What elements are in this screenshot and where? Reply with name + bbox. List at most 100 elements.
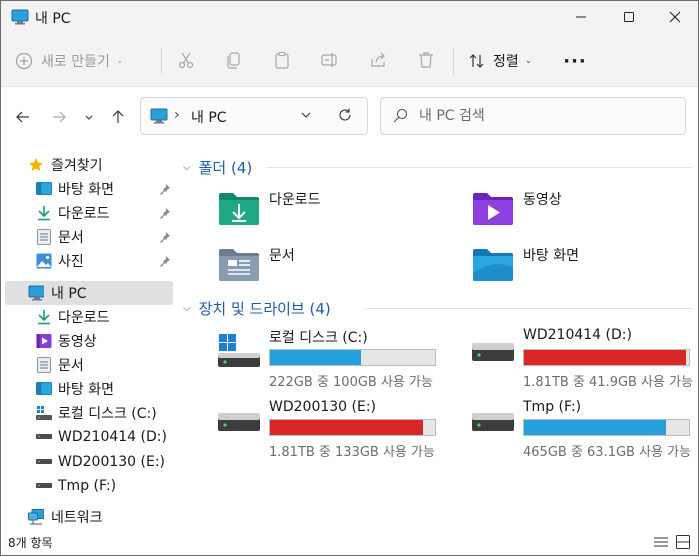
sidebar-item-label: 로컬 디스크 (C:) (58, 406, 157, 422)
drive-capacity-text: 1.81TB 중 41.9GB 사용 가능 (523, 375, 694, 390)
sidebar-item-this-pc[interactable]: 내 PC (5, 281, 173, 305)
share-button[interactable] (367, 49, 389, 71)
drive-usage-fill (270, 420, 424, 435)
chevron-down-icon: ⌄ (524, 56, 533, 66)
recent-locations-button[interactable] (78, 106, 100, 128)
address-history-button[interactable] (299, 108, 313, 126)
sidebar-item-downloads-pinned[interactable]: 다운로드 (1, 201, 174, 225)
desktop-folder-icon (473, 249, 513, 281)
sidebar-item-label: 바탕 화면 (58, 182, 114, 198)
sidebar-item-pictures-pinned[interactable]: 사진 (1, 249, 174, 273)
share-icon (371, 52, 385, 67)
drive-label: Tmp (F:) (523, 399, 582, 415)
more-options-button[interactable]: ··· (561, 47, 589, 75)
details-view-button[interactable] (652, 533, 670, 551)
maximize-icon (624, 12, 634, 22)
drive-usage-bar (523, 349, 690, 366)
paste-button[interactable] (271, 49, 293, 71)
forward-button[interactable] (48, 106, 70, 128)
sidebar-item-videos[interactable]: 동영상 (1, 329, 174, 353)
sidebar-item-desktop-pinned[interactable]: 바탕 화면 (1, 177, 174, 201)
network-icon (28, 509, 44, 525)
search-box[interactable] (380, 97, 686, 135)
arrow-right-icon (53, 111, 66, 123)
sidebar-item-downloads[interactable]: 다운로드 (1, 305, 174, 329)
folder-tile-desktop[interactable]: 바탕 화면 (471, 243, 671, 291)
drive-usage-fill (524, 420, 666, 435)
video-icon (36, 333, 52, 349)
drive-tile-c[interactable]: 로컬 디스크 (C:) 222GB 중 100GB 사용 가능 (217, 327, 447, 390)
folders-group-header[interactable]: ⌵ 폴더 (4) (183, 156, 252, 178)
cut-button[interactable] (175, 49, 197, 71)
hard-drive-icon (218, 413, 260, 431)
search-input[interactable] (419, 104, 669, 128)
folder-label: 바탕 화면 (523, 248, 579, 264)
drive-label: 로컬 디스크 (C:) (269, 330, 368, 346)
status-bar: 8개 항목 (1, 529, 698, 555)
breadcrumb-this-pc[interactable]: 내 PC (191, 107, 227, 127)
download-icon (36, 205, 52, 221)
folder-label: 동영상 (523, 192, 562, 208)
folder-tile-downloads[interactable]: 다운로드 (217, 187, 417, 235)
download-icon (36, 309, 52, 325)
tiles-view-button[interactable] (674, 533, 692, 551)
rename-icon (321, 53, 337, 67)
folder-tile-videos[interactable]: 동영상 (471, 187, 671, 235)
window-title: 내 PC (35, 11, 71, 27)
drive-tile-e[interactable]: WD200130 (E:) 1.81TB 중 133GB 사용 가능 (217, 397, 447, 460)
sidebar-item-drive-e[interactable]: WD200130 (E:) (1, 450, 174, 474)
chevron-down-icon (85, 115, 93, 120)
minimize-icon (576, 16, 586, 18)
sort-button[interactable]: 정렬 ⌄ (467, 47, 532, 75)
copy-button[interactable] (223, 49, 245, 71)
drive-usage-bar (523, 419, 690, 436)
drive-usage-fill (270, 350, 361, 365)
copy-icon (227, 52, 240, 69)
address-bar[interactable]: › 내 PC (140, 97, 368, 135)
chevron-down-icon: ⌵ (183, 161, 191, 173)
more-options-icon: ··· (563, 50, 587, 72)
this-pc-icon (11, 9, 29, 29)
title-bar[interactable]: 내 PC (1, 1, 698, 35)
drives-group-header[interactable]: ⌵ 장치 및 드라이브 (4) (183, 297, 331, 319)
sidebar-item-network[interactable]: 네트워크 (1, 505, 174, 529)
breadcrumb-separator: › (174, 107, 180, 123)
folder-tile-documents[interactable]: 문서 (217, 243, 417, 291)
sidebar-item-quick-access[interactable]: 즐겨찾기 (1, 153, 174, 177)
maximize-button[interactable] (606, 1, 652, 33)
close-icon (669, 11, 681, 23)
sidebar-item-label: 내 PC (51, 286, 87, 302)
sidebar-item-documents-pinned[interactable]: 문서 (1, 225, 174, 249)
chevron-down-icon: ⌄ (115, 56, 124, 66)
sidebar-item-drive-c[interactable]: 로컬 디스크 (C:) (1, 401, 174, 425)
drive-tile-d[interactable]: WD210414 (D:) 1.81TB 중 41.9GB 사용 가능 (471, 327, 695, 390)
sidebar-item-label: 바탕 화면 (58, 382, 114, 398)
chevron-down-icon: ⌵ (183, 302, 191, 314)
sidebar-item-label: 문서 (58, 358, 84, 374)
sidebar-item-label: 사진 (58, 254, 84, 270)
pin-icon (159, 183, 171, 199)
sidebar-item-label: 네트워크 (51, 510, 103, 526)
delete-button[interactable] (415, 49, 437, 71)
sidebar-item-documents[interactable]: 문서 (1, 353, 174, 377)
drive-tile-f[interactable]: Tmp (F:) 465GB 중 63.1GB 사용 가능 (471, 397, 695, 460)
minimize-button[interactable] (558, 1, 604, 33)
new-button[interactable]: 새로 만들기 ⌄ (15, 47, 123, 75)
refresh-button[interactable] (337, 107, 353, 127)
sidebar-item-drive-d[interactable]: WD210414 (D:) (1, 425, 174, 449)
address-row: › 내 PC (1, 88, 698, 146)
pin-icon (159, 207, 171, 223)
back-button[interactable] (12, 106, 34, 128)
toolbar-divider (161, 47, 162, 75)
details-view-icon (654, 537, 668, 547)
folder-label: 다운로드 (269, 192, 321, 208)
plus-circle-icon (15, 52, 33, 70)
search-icon (392, 108, 408, 128)
up-button[interactable] (107, 106, 129, 128)
close-button[interactable] (652, 1, 698, 33)
sidebar-item-desktop[interactable]: 바탕 화면 (1, 377, 174, 401)
pin-icon (159, 231, 171, 247)
sidebar-item-drive-f[interactable]: Tmp (F:) (1, 474, 174, 498)
sort-label: 정렬 (493, 54, 519, 70)
rename-button[interactable] (319, 49, 341, 71)
